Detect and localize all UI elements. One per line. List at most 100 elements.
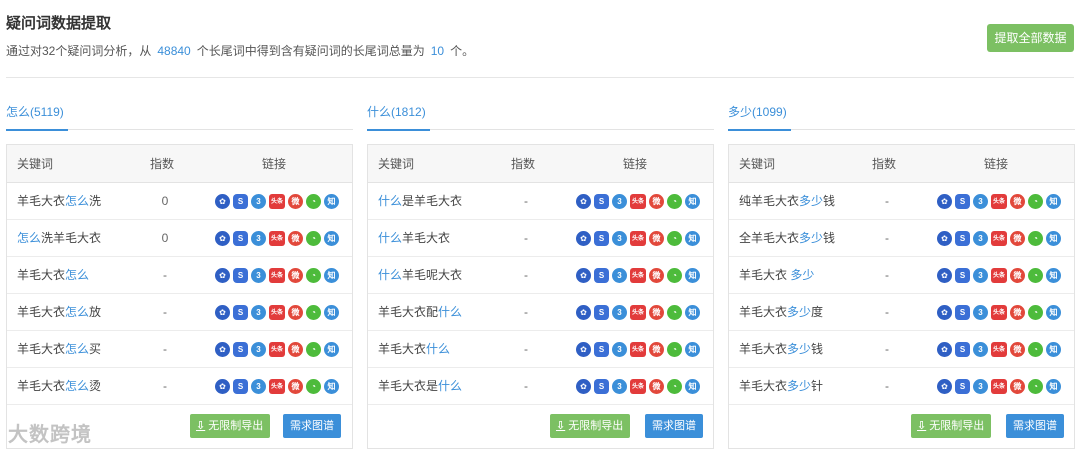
360-icon[interactable]: 3: [973, 342, 988, 357]
zhihu-icon[interactable]: 知: [1046, 231, 1061, 246]
keyword-cell[interactable]: 羊毛大衣怎么放: [17, 294, 101, 331]
wechat-icon[interactable]: ◔: [1028, 268, 1043, 283]
toutiao-icon[interactable]: 头条: [269, 231, 285, 246]
toutiao-icon[interactable]: 头条: [269, 379, 285, 394]
360-icon[interactable]: 3: [973, 268, 988, 283]
zhihu-icon[interactable]: 知: [685, 268, 700, 283]
weibo-icon[interactable]: 微: [1010, 305, 1025, 320]
baidu-icon[interactable]: ✿: [937, 379, 952, 394]
sogou-icon[interactable]: S: [955, 194, 970, 209]
keyword-cell[interactable]: 羊毛大衣什么: [378, 331, 450, 368]
zhihu-icon[interactable]: 知: [1046, 379, 1061, 394]
toutiao-icon[interactable]: 头条: [630, 231, 646, 246]
wechat-icon[interactable]: ◔: [667, 194, 682, 209]
wechat-icon[interactable]: ◔: [1028, 379, 1043, 394]
wechat-icon[interactable]: ◔: [306, 268, 321, 283]
keyword-cell[interactable]: 怎么洗羊毛大衣: [17, 220, 101, 257]
toutiao-icon[interactable]: 头条: [630, 379, 646, 394]
sogou-icon[interactable]: S: [594, 231, 609, 246]
toutiao-icon[interactable]: 头条: [991, 342, 1007, 357]
baidu-icon[interactable]: ✿: [215, 268, 230, 283]
baidu-icon[interactable]: ✿: [215, 379, 230, 394]
weibo-icon[interactable]: 微: [1010, 268, 1025, 283]
sogou-icon[interactable]: S: [955, 231, 970, 246]
360-icon[interactable]: 3: [612, 305, 627, 320]
keyword-cell[interactable]: 羊毛大衣 多少: [739, 257, 814, 294]
weibo-icon[interactable]: 微: [1010, 342, 1025, 357]
wechat-icon[interactable]: ◔: [667, 268, 682, 283]
weibo-icon[interactable]: 微: [1010, 379, 1025, 394]
360-icon[interactable]: 3: [612, 268, 627, 283]
sogou-icon[interactable]: S: [233, 379, 248, 394]
demand-graph-button[interactable]: 需求图谱: [1006, 414, 1064, 438]
keyword-cell[interactable]: 羊毛大衣多少钱: [739, 331, 823, 368]
toutiao-icon[interactable]: 头条: [630, 305, 646, 320]
baidu-icon[interactable]: ✿: [215, 305, 230, 320]
keyword-cell[interactable]: 羊毛大衣怎么烫: [17, 368, 101, 405]
sogou-icon[interactable]: S: [233, 305, 248, 320]
zhihu-icon[interactable]: 知: [685, 231, 700, 246]
sogou-icon[interactable]: S: [233, 342, 248, 357]
keyword-cell[interactable]: 羊毛大衣是什么: [378, 368, 462, 405]
baidu-icon[interactable]: ✿: [576, 379, 591, 394]
wechat-icon[interactable]: ◔: [306, 342, 321, 357]
toutiao-icon[interactable]: 头条: [630, 268, 646, 283]
zhihu-icon[interactable]: 知: [1046, 194, 1061, 209]
zhihu-icon[interactable]: 知: [1046, 305, 1061, 320]
tab-1[interactable]: 什么(1812): [367, 103, 430, 131]
baidu-icon[interactable]: ✿: [576, 342, 591, 357]
sogou-icon[interactable]: S: [233, 194, 248, 209]
360-icon[interactable]: 3: [251, 379, 266, 394]
baidu-icon[interactable]: ✿: [937, 305, 952, 320]
baidu-icon[interactable]: ✿: [937, 231, 952, 246]
weibo-icon[interactable]: 微: [649, 231, 664, 246]
keyword-cell[interactable]: 什么羊毛大衣: [378, 220, 450, 257]
keyword-cell[interactable]: 羊毛大衣多少度: [739, 294, 823, 331]
wechat-icon[interactable]: ◔: [667, 305, 682, 320]
weibo-icon[interactable]: 微: [1010, 231, 1025, 246]
360-icon[interactable]: 3: [973, 231, 988, 246]
demand-graph-button[interactable]: 需求图谱: [645, 414, 703, 438]
weibo-icon[interactable]: 微: [288, 268, 303, 283]
weibo-icon[interactable]: 微: [288, 379, 303, 394]
zhihu-icon[interactable]: 知: [324, 194, 339, 209]
baidu-icon[interactable]: ✿: [937, 194, 952, 209]
zhihu-icon[interactable]: 知: [685, 342, 700, 357]
360-icon[interactable]: 3: [973, 305, 988, 320]
weibo-icon[interactable]: 微: [288, 194, 303, 209]
weibo-icon[interactable]: 微: [288, 231, 303, 246]
weibo-icon[interactable]: 微: [1010, 194, 1025, 209]
toutiao-icon[interactable]: 头条: [630, 342, 646, 357]
zhihu-icon[interactable]: 知: [324, 268, 339, 283]
wechat-icon[interactable]: ◔: [1028, 305, 1043, 320]
360-icon[interactable]: 3: [251, 342, 266, 357]
baidu-icon[interactable]: ✿: [215, 194, 230, 209]
export-button[interactable]: ⇩ 无限制导出: [911, 414, 992, 438]
toutiao-icon[interactable]: 头条: [991, 268, 1007, 283]
toutiao-icon[interactable]: 头条: [269, 194, 285, 209]
wechat-icon[interactable]: ◔: [667, 379, 682, 394]
baidu-icon[interactable]: ✿: [937, 342, 952, 357]
360-icon[interactable]: 3: [251, 194, 266, 209]
sogou-icon[interactable]: S: [594, 305, 609, 320]
tab-0[interactable]: 怎么(5119): [6, 103, 68, 131]
tab-2[interactable]: 多少(1099): [728, 103, 791, 131]
keyword-cell[interactable]: 羊毛大衣怎么买: [17, 331, 101, 368]
wechat-icon[interactable]: ◔: [306, 194, 321, 209]
baidu-icon[interactable]: ✿: [215, 231, 230, 246]
baidu-icon[interactable]: ✿: [576, 268, 591, 283]
wechat-icon[interactable]: ◔: [306, 305, 321, 320]
360-icon[interactable]: 3: [612, 342, 627, 357]
weibo-icon[interactable]: 微: [649, 305, 664, 320]
keyword-cell[interactable]: 全羊毛大衣多少钱: [739, 220, 835, 257]
sogou-icon[interactable]: S: [594, 379, 609, 394]
toutiao-icon[interactable]: 头条: [991, 305, 1007, 320]
toutiao-icon[interactable]: 头条: [269, 268, 285, 283]
wechat-icon[interactable]: ◔: [667, 231, 682, 246]
sogou-icon[interactable]: S: [233, 268, 248, 283]
zhihu-icon[interactable]: 知: [324, 379, 339, 394]
extract-all-button[interactable]: 提取全部数据: [987, 24, 1074, 52]
360-icon[interactable]: 3: [612, 231, 627, 246]
keyword-cell[interactable]: 纯羊毛大衣多少钱: [739, 183, 835, 220]
wechat-icon[interactable]: ◔: [1028, 231, 1043, 246]
